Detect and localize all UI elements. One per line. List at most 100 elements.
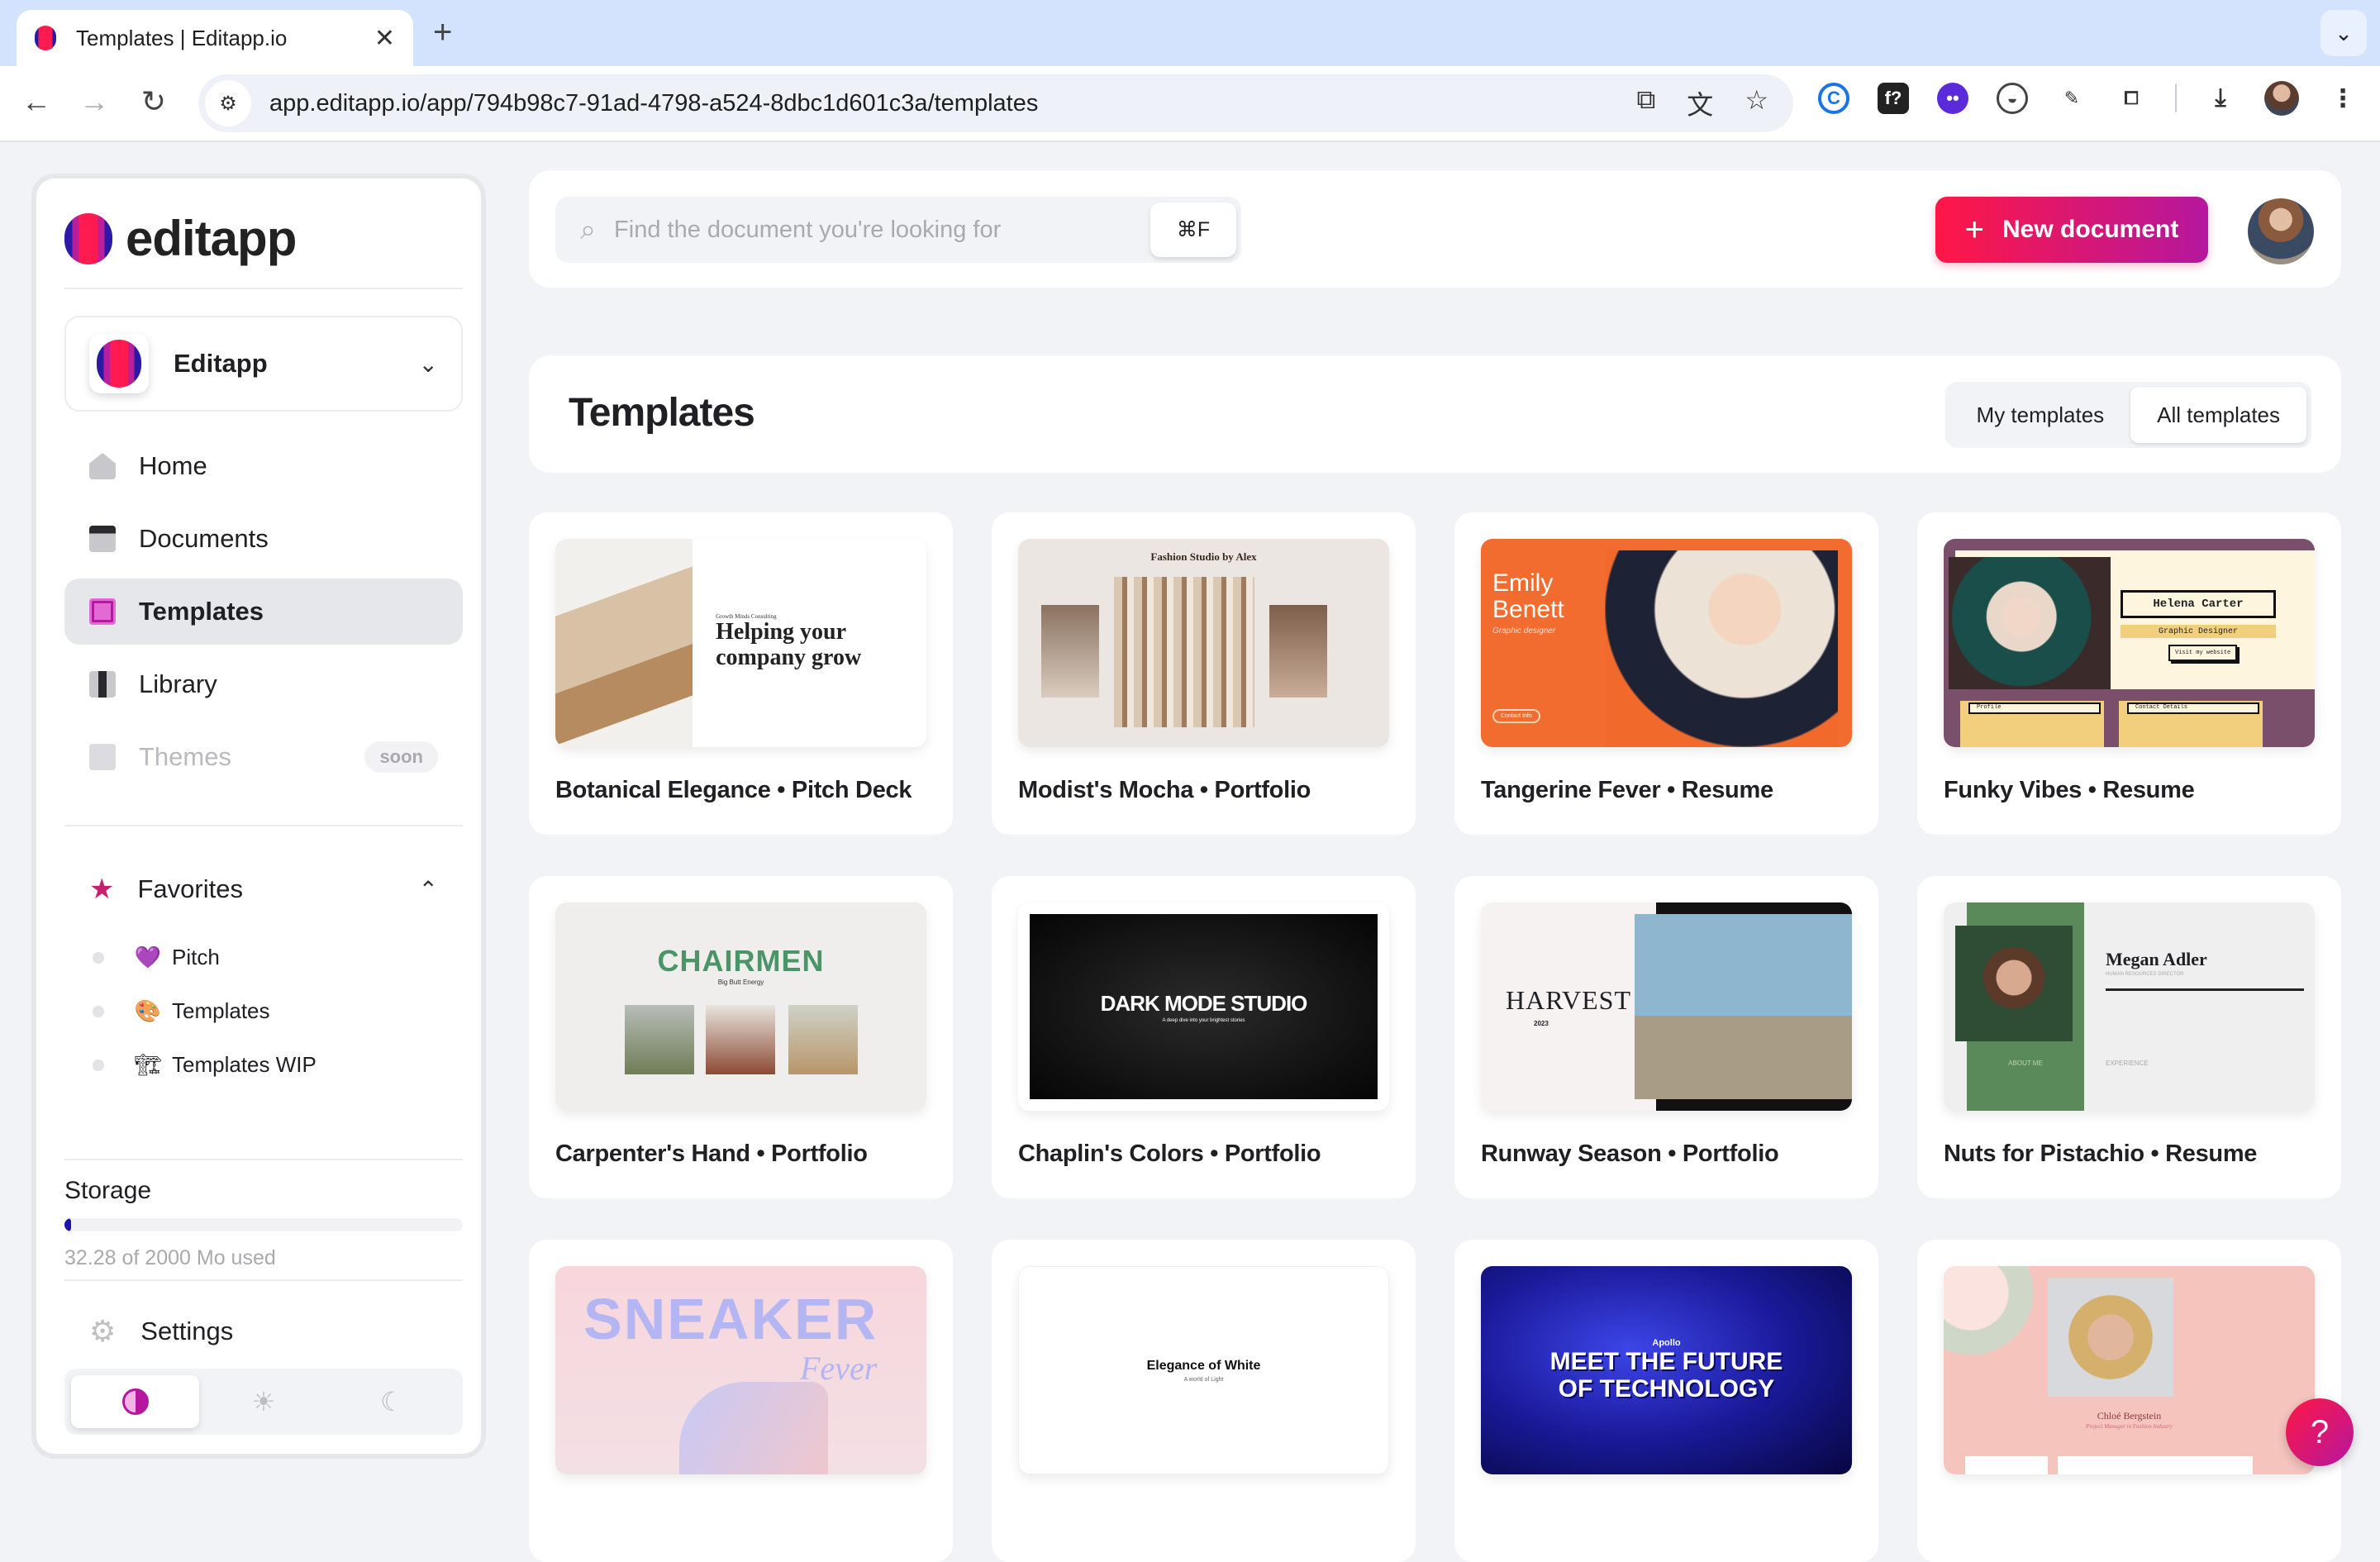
template-card[interactable]: Apollo MEET THE FUTURE OF TECHNOLOGY — [1454, 1240, 1878, 1562]
moon-icon: ☾ — [379, 1387, 404, 1417]
question-mark-icon: ? — [2310, 1413, 2330, 1450]
user-avatar[interactable] — [2248, 198, 2314, 264]
template-thumbnail: Fashion Studio by Alex — [1018, 539, 1389, 747]
tab-all-templates[interactable]: All templates — [2130, 387, 2306, 443]
favorite-item[interactable]: 💜 Pitch — [64, 931, 463, 984]
template-card[interactable]: Chloé Bergstein Project Manager in Fashi… — [1917, 1240, 2341, 1562]
tab-search-button[interactable]: ⌄ — [2320, 10, 2367, 56]
new-tab-button[interactable]: + — [433, 12, 452, 53]
thumb-kicker: Apollo — [1652, 1338, 1681, 1348]
favicon-icon — [35, 26, 56, 50]
thumb-headline: MEET THE FUTURE OF TECHNOLOGY — [1549, 1348, 1783, 1402]
settings-link[interactable]: ⚙ Settings — [64, 1302, 463, 1360]
thumb-headline: Helena Carter — [2121, 590, 2276, 618]
template-card[interactable]: Helena Carter Graphic Designer Visit my … — [1917, 512, 2341, 835]
close-tab-icon[interactable]: ✕ — [374, 24, 395, 53]
bullet-dot — [93, 951, 104, 964]
sidebar-item-documents[interactable]: Documents — [64, 506, 463, 572]
favorites-header[interactable]: ★ Favorites ⌃ — [64, 864, 463, 914]
sneaker-photo — [679, 1382, 828, 1474]
url-text[interactable]: app.editapp.io/app/794b98c7-91ad-4798-a5… — [269, 90, 1636, 117]
storage-label: Storage — [64, 1177, 152, 1204]
thumb-label: EXPERIENCE — [2106, 1060, 2149, 1067]
sidebar-item-templates[interactable]: Templates — [64, 579, 463, 645]
editapp-logo-icon — [64, 212, 112, 264]
brand-name: editapp — [126, 211, 297, 266]
workspace-switcher[interactable]: Editapp ⌄ — [64, 316, 463, 412]
favorite-label: Pitch — [172, 945, 220, 969]
settings-label: Settings — [140, 1317, 234, 1345]
eyedropper-icon[interactable]: ✎ — [2056, 83, 2087, 114]
template-card[interactable]: Elegance of White A world of Light — [992, 1240, 1416, 1562]
soon-badge: soon — [364, 741, 438, 773]
template-thumbnail: Apollo MEET THE FUTURE OF TECHNOLOGY — [1481, 1266, 1852, 1474]
sidebar-item-library[interactable]: Library — [64, 651, 463, 717]
chevron-up-icon[interactable]: ⌃ — [419, 876, 438, 903]
template-thumbnail: Chloé Bergstein Project Manager in Fashi… — [1944, 1266, 2315, 1474]
templates-grid: Growth Minds Consulting Helping your com… — [529, 512, 2341, 1562]
divider — [64, 288, 463, 289]
template-thumbnail: DARK MODE STUDIO A deep dive into your b… — [1018, 902, 1389, 1111]
template-card[interactable]: Fashion Studio by Alex Modist's Mocha • … — [992, 512, 1416, 835]
thumb-headline: HARVEST — [1506, 985, 1631, 1015]
coda-icon[interactable]: C — [1818, 83, 1849, 114]
templates-icon — [89, 598, 116, 625]
search-input[interactable] — [614, 216, 1150, 244]
theme-light-button[interactable]: ☀ — [199, 1375, 327, 1428]
template-card[interactable]: SNEAKER Fever — [529, 1240, 953, 1562]
translate-icon[interactable]: 文 — [1687, 84, 1713, 122]
library-icon — [89, 671, 116, 698]
brand-logo[interactable]: editapp — [64, 210, 297, 267]
template-card[interactable]: DARK MODE STUDIO A deep dive into your b… — [992, 876, 1416, 1198]
site-info-icon[interactable]: ⚙ — [205, 80, 251, 126]
favorite-item[interactable]: 🎨 Templates — [64, 984, 463, 1038]
bookmark-star-icon[interactable]: ☆ — [1745, 84, 1768, 122]
forward-button[interactable]: → — [74, 84, 114, 119]
template-card[interactable]: Growth Minds Consulting Helping your com… — [529, 512, 953, 835]
open-in-app-icon[interactable]: ⧉ — [1636, 84, 1655, 122]
portrait-photo — [1605, 550, 1838, 747]
browser-tab[interactable]: Templates | Editapp.io ✕ — [17, 10, 413, 66]
address-bar[interactable]: ⚙ app.editapp.io/app/794b98c7-91ad-4798-… — [198, 74, 1793, 132]
sidebar-item-label: Templates — [139, 597, 264, 626]
browser-profile-avatar[interactable] — [2264, 81, 2299, 116]
portrait-photo — [1635, 914, 1852, 1099]
divider — [64, 825, 463, 826]
thumb-sub: 2023 — [1534, 1020, 1549, 1027]
paint-roller-icon — [89, 744, 116, 770]
favorite-item[interactable]: 🏗 Templates WIP — [64, 1038, 463, 1092]
template-card[interactable]: ABOUT ME Megan Adler HUMAN RESOURCES DIR… — [1917, 876, 2341, 1198]
template-card[interactable]: Emily Benett Graphic designer Contact In… — [1454, 512, 1878, 835]
new-document-label: New document — [2002, 216, 2179, 243]
thumb-sub: HUMAN RESOURCES DIRECTOR — [2106, 972, 2184, 977]
sidebar-item-home[interactable]: Home — [64, 433, 463, 499]
extensions-puzzle-icon[interactable]: ⧠ — [2116, 83, 2147, 114]
download-icon[interactable]: ⤓ — [2205, 83, 2236, 114]
more-menu-icon[interactable]: ⋮ — [2327, 83, 2359, 114]
tab-my-templates[interactable]: My templates — [1950, 387, 2131, 443]
theme-dark-button[interactable]: ☾ — [328, 1375, 456, 1428]
template-thumbnail: ABOUT ME Megan Adler HUMAN RESOURCES DIR… — [1944, 902, 2315, 1111]
reload-button[interactable]: ↻ — [134, 84, 174, 119]
theme-auto-button[interactable] — [71, 1375, 200, 1428]
search-shortcut-badge: ⌘F — [1150, 202, 1236, 257]
template-card[interactable]: CHAIRMEN Big Butt Energy Carpenter's Han… — [529, 876, 953, 1198]
photo — [1114, 577, 1254, 727]
thumb-button: Contact Info — [1492, 709, 1540, 723]
bot-icon[interactable]: •• — [1937, 83, 1968, 114]
browser-toolbar: ← → ↻ ⚙ app.editapp.io/app/794b98c7-91ad… — [0, 66, 2380, 142]
back-button[interactable]: ← — [17, 84, 56, 119]
storage-progress-bar — [64, 1218, 463, 1231]
help-button[interactable]: ? — [2286, 1398, 2354, 1466]
new-document-button[interactable]: + New document — [1935, 197, 2208, 263]
search-box[interactable]: ⌕ ⌘F — [555, 197, 1241, 263]
sidebar-item-label: Documents — [139, 524, 269, 553]
bullet-dot — [93, 1005, 104, 1017]
sidebar: editapp Editapp ⌄ Home Documents Templat… — [31, 174, 486, 1459]
divider — [2175, 84, 2177, 112]
construction-crane-icon: 🏗 — [134, 1052, 162, 1077]
font-finder-icon[interactable]: f? — [1878, 83, 1909, 114]
template-card[interactable]: HARVEST 2023 Runway Season • Portfolio — [1454, 876, 1878, 1198]
half-circle-icon[interactable]: ◒ — [1997, 83, 2028, 114]
thumb-headline: Elegance of White — [1146, 1358, 1261, 1373]
